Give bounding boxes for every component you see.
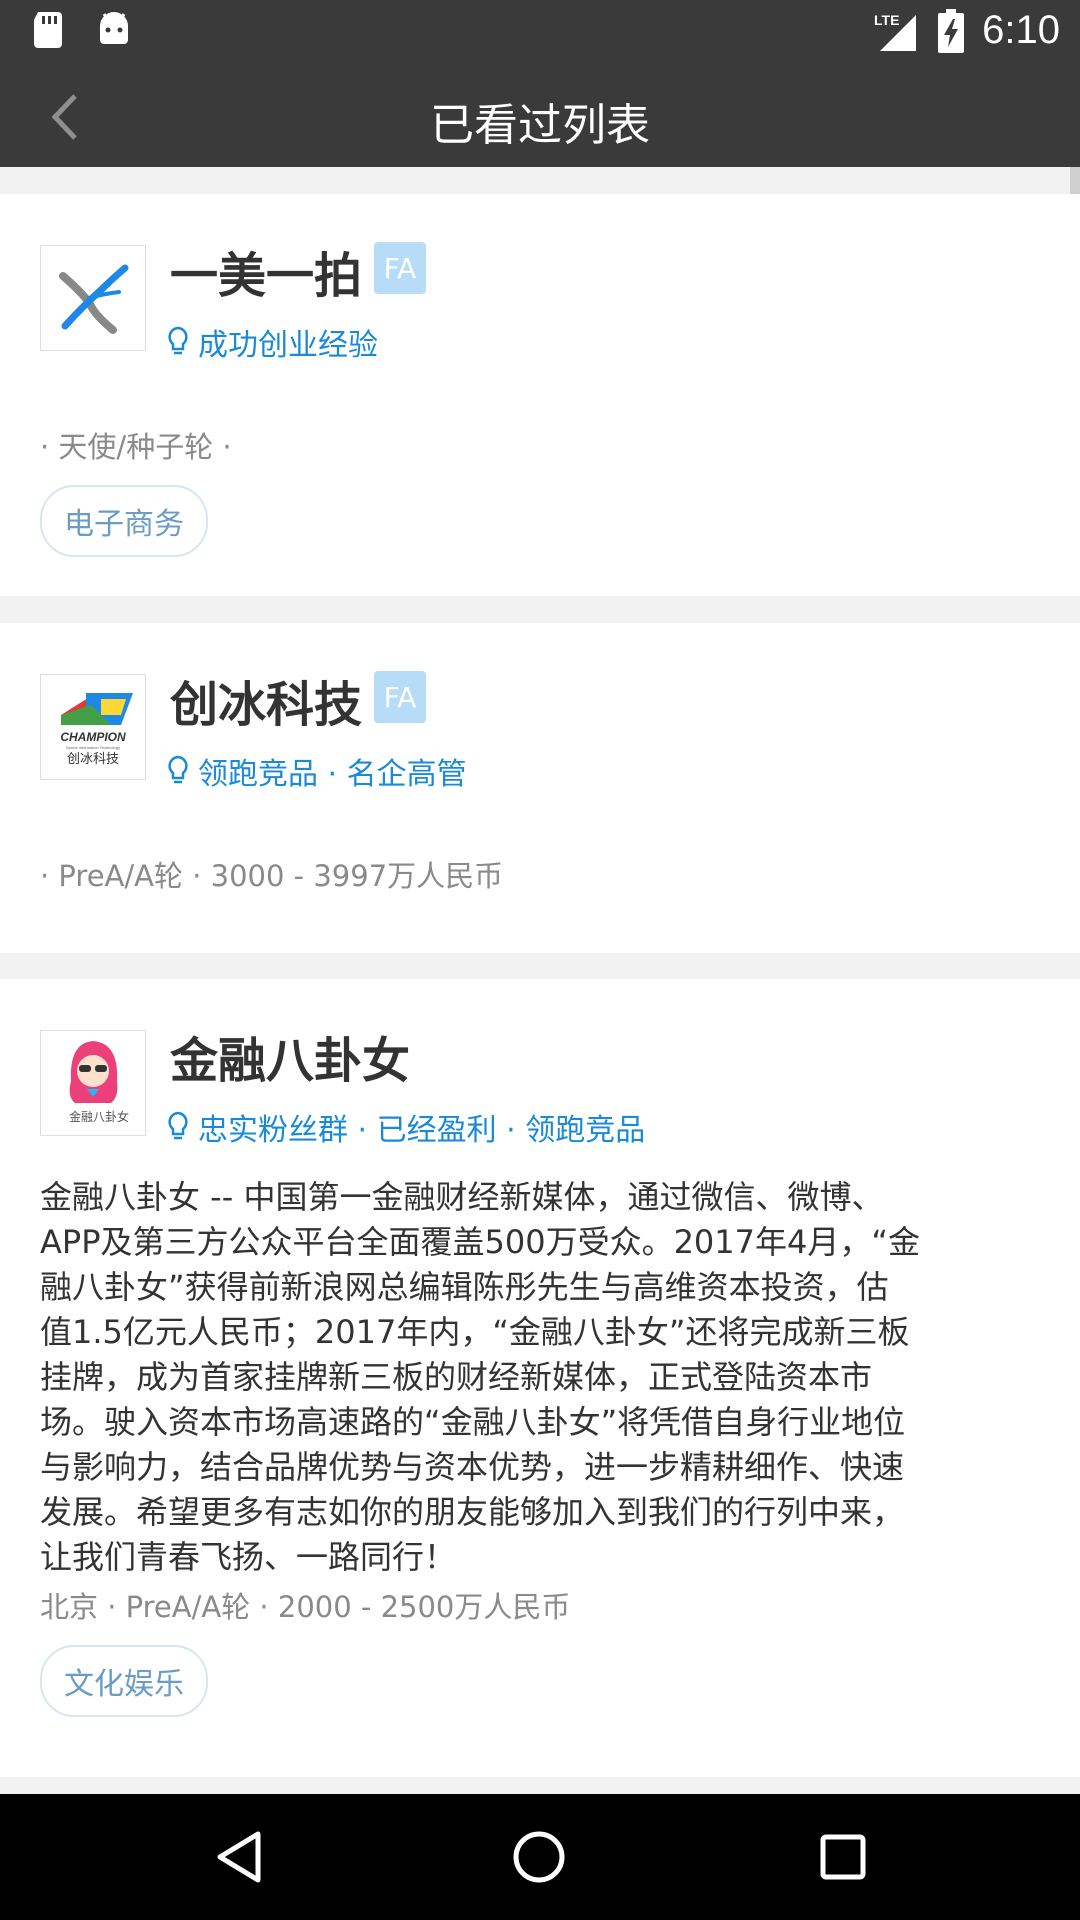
description-line: 与影响力，结合品牌优势与资本优势，进一步精耕细作、快速: [40, 1448, 905, 1486]
project-logo: CHAMPION Sports Information Technology 创…: [40, 674, 146, 780]
girl-avatar-logo-icon: 金融八卦女: [69, 1041, 129, 1124]
page-title: 已看过列表: [430, 100, 650, 151]
square-recents-icon: [820, 1834, 866, 1880]
nav-home-button[interactable]: [506, 1824, 572, 1890]
svg-text:LTE: LTE: [874, 12, 899, 28]
fa-badge: FA: [374, 671, 426, 723]
highlight-text: 忠实粉丝群 · 已经盈利 · 领跑竞品: [198, 1113, 646, 1148]
project-name: 创冰科技: [170, 677, 363, 733]
description-line: 发展。希望更多有志如你的朋友能够加入到我们的行列中来，: [40, 1493, 905, 1531]
svg-text:CHAMPION: CHAMPION: [60, 730, 126, 744]
battery-charging-icon: [938, 8, 965, 53]
lightbulb-icon: [168, 1111, 188, 1140]
fa-badge: FA: [374, 242, 426, 294]
status-bar: LTE 6:10: [0, 0, 1080, 63]
description-line: APP及第三方公众平台全面覆盖500万受众。2017年4月，“金: [40, 1223, 920, 1261]
description-line: 值1.5亿元人民币；2017年内，“金融八卦女”还将完成新三板: [40, 1313, 910, 1351]
description-line: 场。驶入资本市场高速路的“金融八卦女”将凭借自身行业地位: [40, 1403, 906, 1441]
nav-back-button[interactable]: [206, 1824, 272, 1890]
highlight-text: 领跑竞品 · 名企高管: [198, 757, 467, 792]
system-nav-bar: [0, 1794, 1080, 1920]
project-logo: [40, 245, 146, 351]
description-line: 金融八卦女 -- 中国第一金融财经新媒体，通过微信、微博、: [40, 1178, 884, 1216]
description-line: 让我们青春飞扬、一路同行！: [40, 1538, 457, 1576]
circle-home-icon: [513, 1831, 565, 1883]
project-meta: 北京 · PreA/A轮 · 2000 - 2500万人民币: [40, 1590, 571, 1624]
champion-logo-icon: CHAMPION Sports Information Technology 创…: [60, 693, 133, 767]
svg-text:金融八卦女: 金融八卦女: [69, 1109, 129, 1124]
project-meta: · PreA/A轮 · 3000 - 3997万人民币: [40, 859, 504, 893]
project-meta: · 天使/种子轮 ·: [40, 430, 232, 464]
project-description: 金融八卦女 -- 中国第一金融财经新媒体，通过微信、微博、 APP及第三方公众平…: [40, 1175, 1050, 1580]
android-icon: [100, 12, 128, 44]
highlight-tags: 忠实粉丝群 · 已经盈利 · 领跑竞品: [166, 1105, 645, 1149]
nav-recents-button[interactable]: [810, 1824, 876, 1890]
highlight-tags: 领跑竞品 · 名企高管: [166, 749, 467, 793]
project-name: 一美一拍: [170, 248, 363, 304]
project-logo: 金融八卦女: [40, 1030, 146, 1136]
project-card[interactable]: CHAMPION Sports Information Technology 创…: [0, 623, 1080, 953]
sd-card-icon: [34, 12, 62, 48]
description-line: 挂牌，成为首家挂牌新三板的财经新媒体，正式登陆资本市: [40, 1358, 873, 1396]
svg-text:Sports Information Technology: Sports Information Technology: [66, 745, 120, 750]
project-card[interactable]: 金融八卦女 金融八卦女 忠实粉丝群 · 已经盈利 · 领跑竞品 金融八卦女 --…: [0, 979, 1080, 1777]
category-tag[interactable]: 文化娱乐: [40, 1645, 208, 1717]
lightbulb-icon: [168, 755, 188, 784]
project-card[interactable]: 一美一拍 FA 成功创业经验 · 天使/种子轮 · 电子商务: [0, 194, 1080, 596]
category-tag[interactable]: 电子商务: [40, 485, 208, 557]
project-name: 金融八卦女: [170, 1033, 411, 1089]
highlight-text: 成功创业经验: [198, 328, 378, 363]
x-logo-icon: [59, 264, 129, 334]
triangle-back-icon: [217, 1831, 261, 1883]
description-line: 融八卦女”获得前新浪网总编辑陈彤先生与高维资本投资，估: [40, 1268, 889, 1306]
lightbulb-icon: [168, 326, 188, 355]
signal-lte-icon: LTE: [874, 12, 917, 51]
clock: 6:10: [982, 8, 1060, 52]
highlight-tags: 成功创业经验: [166, 320, 378, 364]
app-bar: 已看过列表: [0, 63, 1080, 167]
svg-text:创冰科技: 创冰科技: [67, 752, 119, 767]
